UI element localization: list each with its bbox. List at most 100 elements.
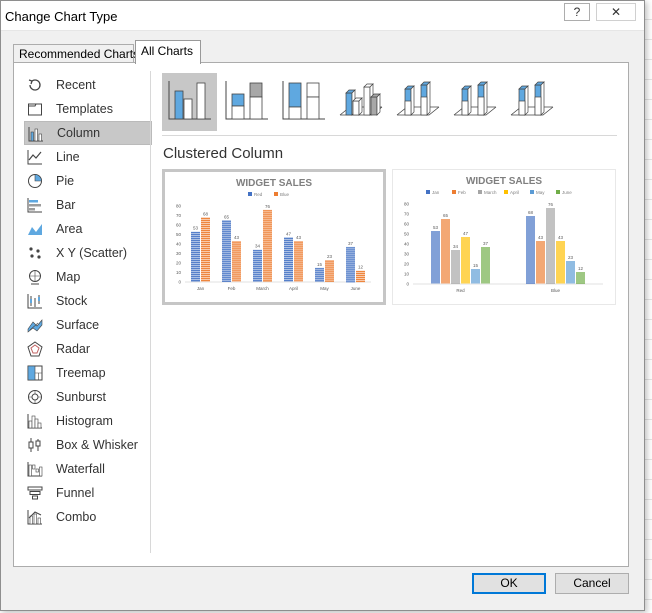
chart-type-label: Histogram — [56, 414, 113, 428]
subtype-3d-clustered-column[interactable] — [333, 73, 388, 131]
legend-label: Red — [254, 192, 263, 197]
data-label: 76 — [265, 204, 271, 209]
chart-title: WIDGET SALES — [466, 176, 542, 187]
chart-type-waterfall[interactable]: Waterfall — [24, 457, 152, 481]
data-label: 43 — [234, 235, 240, 240]
chart-type-column[interactable]: Column — [24, 121, 152, 145]
chart-preview-by-month[interactable]: WIDGET SALES Red Blue 0 10 20 30 40 50 60 70 80 53 68… — [162, 169, 386, 305]
ok-button[interactable]: OK — [472, 573, 546, 594]
legend-swatch — [530, 190, 534, 194]
chart-type-treemap[interactable]: Treemap — [24, 361, 152, 385]
subtype-clustered-column[interactable] — [162, 73, 217, 131]
data-label: 37 — [348, 241, 354, 246]
subtype-clustered-column-icon — [168, 81, 211, 120]
chart-type-line[interactable]: Line — [24, 145, 152, 169]
subtype-100-stacked-column[interactable] — [276, 73, 331, 131]
bar — [253, 249, 262, 282]
x-tick-label: Jan — [197, 286, 205, 291]
subtype-stacked-column[interactable] — [219, 73, 274, 131]
chart-type-bar[interactable]: Bar — [24, 193, 152, 217]
bar — [441, 219, 450, 284]
tab-all-charts[interactable]: All Charts — [135, 40, 201, 64]
help-button[interactable]: ? — [564, 3, 590, 21]
chart-type-label: Line — [56, 150, 80, 164]
chart-preview-by-series[interactable]: WIDGET SALES Jan Feb March April May June 0 10 20… — [392, 169, 616, 305]
subtype-3d-column[interactable] — [504, 73, 559, 131]
y-tick-label: 20 — [404, 262, 410, 267]
subtype-3d-100-stacked-column[interactable] — [447, 73, 502, 131]
y-tick-label: 80 — [404, 202, 410, 207]
bar — [566, 261, 575, 284]
bar — [526, 216, 535, 284]
data-label: 37 — [483, 241, 489, 246]
chart-type-map[interactable]: Map — [24, 265, 152, 289]
chart-type-area[interactable]: Area — [24, 217, 152, 241]
chart-type-label: Map — [56, 270, 81, 284]
chart-preview-svg: WIDGET SALES Red Blue 0 10 20 30 40 50 60 70 80 53 68… — [176, 178, 371, 291]
y-tick-label: 20 — [176, 261, 182, 266]
chart-type-pie[interactable]: Pie — [24, 169, 152, 193]
y-tick-label: 50 — [404, 232, 410, 237]
data-label: 76 — [548, 202, 554, 207]
legend-swatch — [274, 192, 278, 196]
y-tick-label: 70 — [176, 213, 182, 218]
legend-swatch — [248, 192, 252, 196]
chart-type-recent[interactable]: Recent — [24, 73, 152, 97]
chart-type-label: Recent — [56, 78, 96, 92]
stock-icon — [27, 293, 43, 309]
close-button[interactable]: ✕ — [596, 3, 636, 21]
chart-type-label: Radar — [56, 342, 91, 356]
x-tick-label: Blue — [551, 288, 561, 293]
chart-type-combo[interactable]: Combo — [24, 505, 152, 529]
legend-label: May — [536, 190, 545, 195]
bar — [294, 241, 303, 282]
chart-type-label: Stock — [56, 294, 88, 308]
chart-type-histogram[interactable]: Histogram — [24, 409, 152, 433]
bar — [325, 260, 334, 282]
pie-icon — [27, 173, 43, 189]
bar — [356, 270, 365, 283]
chart-type-funnel[interactable]: Funnel — [24, 481, 152, 505]
data-label: 47 — [463, 231, 469, 236]
x-tick-label: April — [289, 286, 298, 291]
data-label: 68 — [203, 211, 209, 216]
chart-type-stock[interactable]: Stock — [24, 289, 152, 313]
change-chart-type-dialog: Change Chart Type ? ✕ Recommended Charts… — [0, 0, 645, 611]
bar — [556, 241, 565, 284]
data-label: 65 — [443, 213, 449, 218]
sunburst-icon — [27, 389, 43, 405]
box-whisker-icon — [27, 437, 43, 453]
data-label: 15 — [317, 262, 323, 267]
data-label: 65 — [224, 214, 230, 219]
chart-preview-svg: WIDGET SALES Jan Feb March April May June 0 10 20… — [404, 176, 603, 293]
subtype-3d-column-icon — [510, 81, 554, 116]
data-label: 68 — [528, 210, 534, 215]
bar — [471, 269, 480, 284]
subtype-3d-stacked-column[interactable] — [390, 73, 445, 131]
bar-icon — [27, 197, 43, 213]
data-label: 47 — [286, 231, 292, 236]
chart-type-sunburst[interactable]: Sunburst — [24, 385, 152, 409]
area-icon — [27, 221, 43, 237]
chart-type-surface[interactable]: Surface — [24, 313, 152, 337]
data-label: 23 — [568, 255, 574, 260]
map-icon — [27, 269, 43, 285]
templates-icon — [27, 101, 43, 117]
chart-type-scatter[interactable]: X Y (Scatter) — [24, 241, 152, 265]
dialog-title: Change Chart Type — [5, 9, 118, 24]
data-label: 43 — [558, 235, 564, 240]
tab-recommended-charts[interactable]: Recommended Charts — [13, 44, 139, 63]
combo-icon — [27, 509, 43, 525]
treemap-icon — [27, 365, 43, 381]
chart-type-box-whisker[interactable]: Box & Whisker — [24, 433, 152, 457]
cancel-button[interactable]: Cancel — [555, 573, 629, 594]
y-tick-label: 70 — [404, 212, 410, 217]
chart-type-templates[interactable]: Templates — [24, 97, 152, 121]
surface-icon — [27, 317, 43, 333]
chart-type-radar[interactable]: Radar — [24, 337, 152, 361]
chart-type-label: Column — [57, 126, 101, 140]
chart-type-label: Treemap — [56, 366, 106, 380]
legend-swatch — [478, 190, 482, 194]
bar — [451, 250, 460, 284]
bar — [546, 208, 555, 284]
